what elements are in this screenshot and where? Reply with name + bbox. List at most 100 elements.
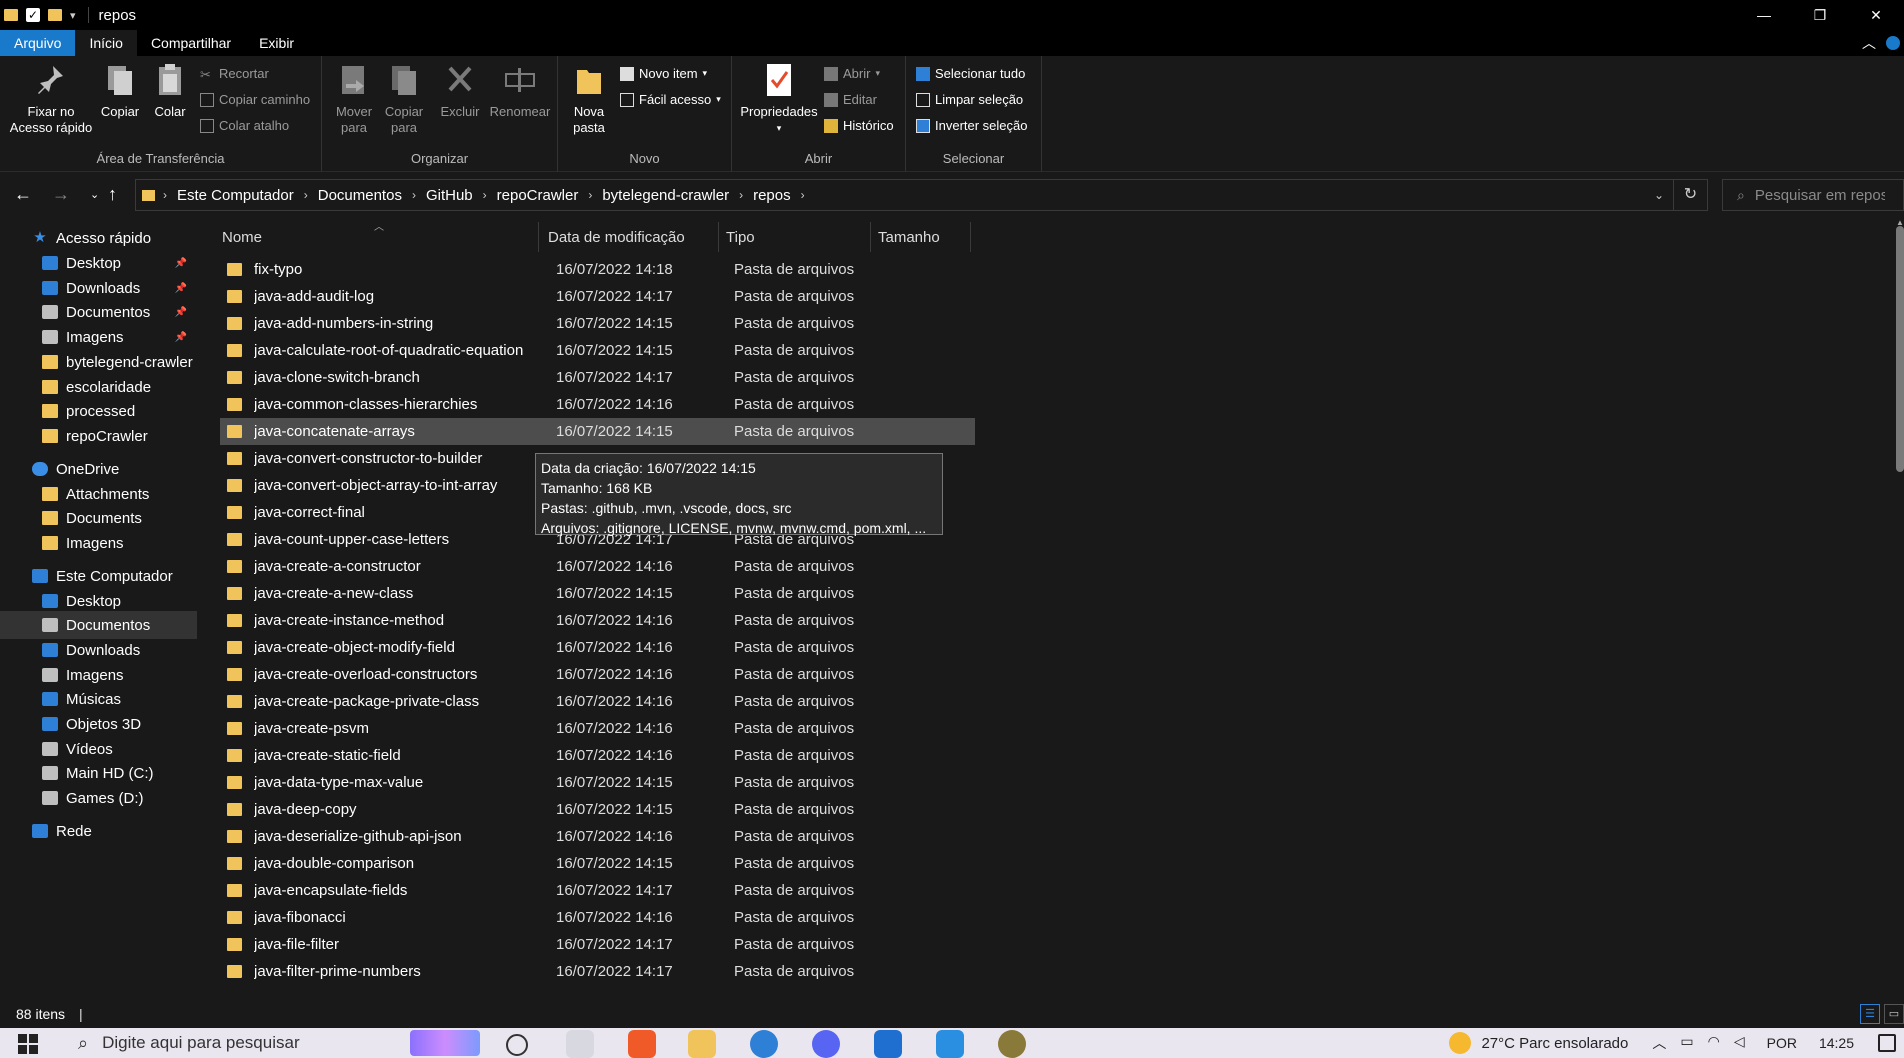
show-hidden-icons-chevron-icon[interactable]: ︿ <box>1652 1033 1666 1053</box>
search-input[interactable] <box>1754 186 1885 204</box>
breadcrumb-item[interactable]: bytelegend-crawler <box>596 187 735 204</box>
file-row[interactable]: java-create-overload-constructors 16/07/2… <box>220 661 975 688</box>
delete-button[interactable]: Excluir <box>438 62 482 120</box>
rename-button[interactable]: Renomear <box>486 62 554 120</box>
recent-locations-chevron-icon[interactable]: ⌄ <box>90 188 99 201</box>
new-folder-button[interactable]: Nova pasta <box>564 62 614 136</box>
breadcrumb-separator-icon[interactable]: › <box>797 188 809 202</box>
breadcrumb-item[interactable]: repoCrawler <box>491 187 585 204</box>
address-history-dropdown-icon[interactable]: ⌄ <box>1645 188 1673 202</box>
file-row[interactable]: java-create-a-new-class 16/07/2022 14:15 P… <box>220 580 975 607</box>
tab-inicio[interactable]: Início <box>75 30 137 56</box>
nav-item[interactable]: Documentos 📌 <box>0 298 197 326</box>
nav-item[interactable]: Downloads <box>0 636 197 664</box>
weather-widget[interactable]: 27°C Parc ensolarado <box>1449 1032 1628 1054</box>
nav-item[interactable]: Main HD (C:) <box>0 759 197 787</box>
column-header-size[interactable]: Tamanho <box>878 222 940 252</box>
column-header-date[interactable]: Data de modificação <box>548 222 685 252</box>
refresh-icon[interactable]: ↻ <box>1673 180 1707 210</box>
tab-compartilhar[interactable]: Compartilhar <box>137 30 245 56</box>
file-explorer-icon[interactable] <box>688 1030 716 1058</box>
search-box[interactable]: ⌕ <box>1722 179 1904 211</box>
file-row[interactable]: java-create-package-private-class 16/07/2… <box>220 688 975 715</box>
nav-item[interactable]: Documentos <box>0 611 197 639</box>
nav-item[interactable]: processed <box>0 397 197 425</box>
file-row[interactable]: java-file-filter 16/07/2022 14:17 Pasta de… <box>220 931 975 958</box>
edge-icon[interactable] <box>750 1030 778 1058</box>
customize-toolbar-dropdown-icon[interactable]: ▾ <box>70 9 76 22</box>
file-row[interactable]: java-filter-prime-numbers 16/07/2022 14:1… <box>220 958 975 985</box>
file-row[interactable]: java-create-static-field 16/07/2022 14:16… <box>220 742 975 769</box>
brave-browser-icon[interactable] <box>628 1030 656 1058</box>
cortana-icon[interactable] <box>506 1034 528 1056</box>
breadcrumb-separator-icon[interactable]: › <box>735 188 747 202</box>
tab-exibir[interactable]: Exibir <box>245 30 308 56</box>
breadcrumb-item[interactable]: Este Computador <box>171 187 300 204</box>
column-divider[interactable] <box>970 222 971 252</box>
nav-item[interactable]: Desktop 📌 <box>0 249 197 277</box>
paste-shortcut-button[interactable]: Colar atalho <box>200 118 289 133</box>
file-row[interactable]: java-create-psvm 16/07/2022 14:16 Pasta de… <box>220 715 975 742</box>
forward-arrow-icon[interactable]: → <box>52 184 70 205</box>
store-icon[interactable] <box>874 1030 902 1058</box>
column-divider[interactable] <box>718 222 719 252</box>
open-button[interactable]: Abrir ▾ <box>824 66 880 81</box>
vscode-icon[interactable] <box>936 1030 964 1058</box>
details-view-icon[interactable]: ☰ <box>1860 1004 1880 1024</box>
back-arrow-icon[interactable]: ← <box>14 184 32 205</box>
pin-quick-access-button[interactable]: Fixar no Acesso rápido <box>8 62 94 136</box>
windows-start-icon[interactable] <box>18 1034 38 1054</box>
game-launcher-icon[interactable] <box>998 1030 1026 1058</box>
file-row[interactable]: java-common-classes-hierarchies 16/07/202… <box>220 391 975 418</box>
breadcrumb-item[interactable]: GitHub <box>420 187 479 204</box>
edit-button[interactable]: Editar <box>824 92 877 107</box>
new-folder-icon[interactable] <box>48 9 62 21</box>
breadcrumb-separator-icon[interactable]: › <box>300 188 312 202</box>
nav-item[interactable]: ★ Acesso rápido <box>0 224 197 252</box>
file-row[interactable]: java-clone-switch-branch 16/07/2022 14:17… <box>220 364 975 391</box>
battery-icon[interactable]: ▭ <box>1680 1033 1693 1053</box>
copy-button[interactable]: Copiar <box>98 62 142 120</box>
file-row[interactable]: java-create-instance-method 16/07/2022 14… <box>220 607 975 634</box>
scroll-up-arrow-icon[interactable]: ▲ <box>1896 218 1904 227</box>
file-row[interactable]: fix-typo 16/07/2022 14:18 Pasta de arquivo… <box>220 256 975 283</box>
file-row[interactable]: java-create-object-modify-field 16/07/202… <box>220 634 975 661</box>
nav-item[interactable]: Games (D:) <box>0 784 197 812</box>
select-all-button[interactable]: Selecionar tudo <box>916 66 1025 81</box>
collapse-ribbon-chevron-icon[interactable]: ︿ <box>1862 33 1876 53</box>
up-arrow-icon[interactable]: ↑ <box>108 184 117 205</box>
file-row[interactable]: java-add-audit-log 16/07/2022 14:17 Pasta … <box>220 283 975 310</box>
nav-item[interactable]: OneDrive <box>0 455 197 483</box>
properties-check-icon[interactable]: ✓ <box>26 8 40 22</box>
file-row[interactable]: java-deserialize-github-api-json 16/07/20… <box>220 823 975 850</box>
breadcrumb-item[interactable]: repos <box>747 187 797 204</box>
select-none-button[interactable]: Limpar seleção <box>916 92 1023 107</box>
notification-center-icon[interactable] <box>1878 1034 1896 1052</box>
file-row[interactable]: java-double-comparison 16/07/2022 14:15 Pa… <box>220 850 975 877</box>
file-row[interactable]: java-data-type-max-value 16/07/2022 14:15… <box>220 769 975 796</box>
file-row[interactable]: java-create-a-constructor 16/07/2022 14:1… <box>220 553 975 580</box>
column-header-type[interactable]: Tipo <box>726 222 755 252</box>
file-row[interactable]: java-fibonacci 16/07/2022 14:16 Pasta de a… <box>220 904 975 931</box>
minimize-button[interactable]: — <box>1736 0 1792 30</box>
clock[interactable]: 14:25 <box>1819 1035 1854 1051</box>
vertical-scrollbar-thumb[interactable] <box>1896 226 1904 472</box>
move-to-button[interactable]: Mover para <box>330 62 378 136</box>
copy-path-button[interactable]: Copiar caminho <box>200 92 310 107</box>
properties-button[interactable]: Propriedades ▾ <box>738 62 820 136</box>
task-view-icon[interactable] <box>566 1030 594 1058</box>
easy-access-button[interactable]: Fácil acesso ▾ <box>620 92 721 107</box>
file-row[interactable]: java-deep-copy 16/07/2022 14:15 Pasta de a… <box>220 796 975 823</box>
close-button[interactable]: ✕ <box>1848 0 1904 30</box>
breadcrumb-separator-icon[interactable]: › <box>479 188 491 202</box>
help-icon[interactable] <box>1886 36 1900 50</box>
breadcrumb-separator-icon[interactable]: › <box>159 188 171 202</box>
column-divider[interactable] <box>538 222 539 252</box>
copy-to-button[interactable]: Copiar para <box>380 62 428 136</box>
history-button[interactable]: Histórico <box>824 118 894 133</box>
column-header-name[interactable]: Nome <box>222 222 262 252</box>
wifi-icon[interactable]: ◠ <box>1708 1033 1720 1053</box>
nav-item[interactable]: Imagens 📌 <box>0 323 197 351</box>
language-indicator[interactable]: POR <box>1767 1035 1797 1051</box>
paste-button[interactable]: Colar <box>148 62 192 120</box>
